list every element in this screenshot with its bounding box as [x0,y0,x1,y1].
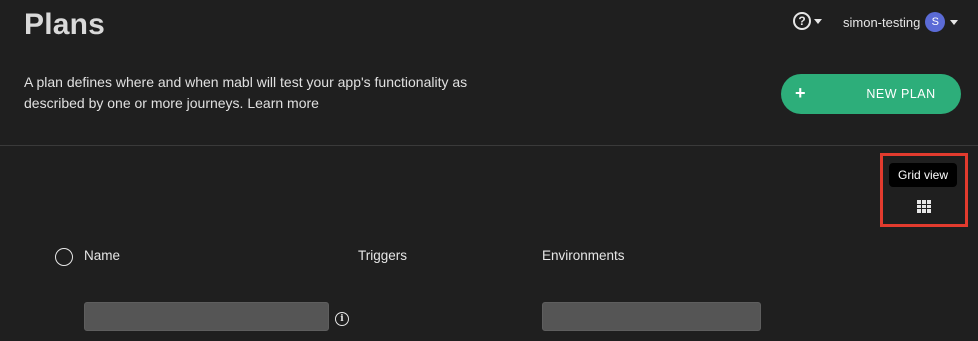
select-all-radio[interactable] [55,248,73,266]
new-plan-label: NEW PLAN [866,87,936,101]
column-header-name[interactable]: Name [84,248,120,263]
header-divider [0,145,978,146]
info-icon[interactable]: i [335,312,349,326]
grid-view-tooltip: Grid view [889,163,958,187]
username: simon-testing [843,14,921,30]
page-title: Plans [24,8,106,41]
help-menu-button[interactable]: ? [793,12,822,30]
page-description: A plan defines where and when mabl will … [24,72,524,114]
description-text: A plan defines where and when mabl will … [24,74,468,111]
learn-more-link[interactable]: Learn more [247,95,319,111]
column-header-environments[interactable]: Environments [542,248,625,263]
name-filter-input[interactable] [84,302,329,331]
user-menu[interactable]: simon-testing S [843,12,959,32]
grid-icon[interactable] [917,200,933,214]
new-plan-button[interactable]: + NEW PLAN [781,74,961,114]
chevron-down-icon [950,19,959,25]
chevron-down-icon [814,18,822,24]
column-header-triggers[interactable]: Triggers [358,248,407,263]
environments-filter-input[interactable] [542,302,761,331]
avatar: S [925,12,946,32]
question-circle-icon: ? [793,12,811,30]
